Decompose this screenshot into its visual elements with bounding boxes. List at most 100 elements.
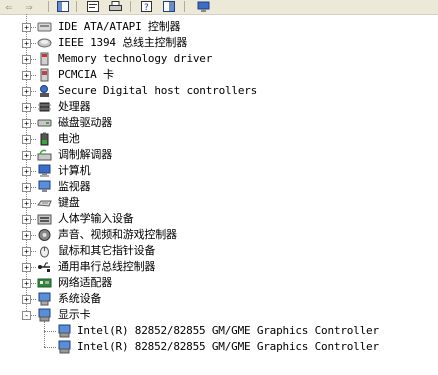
expand-button[interactable]: + <box>22 103 31 112</box>
tree-item-label: 磁盘驱动器 <box>58 116 112 129</box>
tree-item[interactable]: + 键盘 <box>0 195 438 211</box>
tree-item-label: 调制解调器 <box>58 148 112 161</box>
modem-icon <box>37 148 52 162</box>
tree-item[interactable]: + 电池 <box>0 131 438 147</box>
tree-item[interactable]: + 鼠标和其它指针设备 <box>0 243 438 259</box>
tree-item[interactable]: + IDE ATA/ATAPI 控制器 <box>0 19 438 35</box>
tree-item-label: 鼠标和其它指针设备 <box>58 244 156 257</box>
expand-button[interactable]: + <box>22 183 31 192</box>
tree-connector-line <box>44 347 56 348</box>
expand-button[interactable]: + <box>22 71 31 80</box>
properties-icon[interactable] <box>86 0 100 13</box>
expand-button[interactable]: + <box>22 55 31 64</box>
tree-item-label: 通用串行总线控制器 <box>58 260 156 273</box>
display-adapter-icon <box>57 340 72 354</box>
memory-card-icon <box>37 52 52 66</box>
tree-connector-line <box>31 187 36 188</box>
toolbar-separator <box>48 1 49 12</box>
tree-child-label: Intel(R) 82852/82855 GM/GME Graphics Con… <box>77 324 379 337</box>
expand-button[interactable]: + <box>22 87 31 96</box>
expand-button[interactable]: + <box>22 231 31 240</box>
tree-item[interactable]: + PCMCIA 卡 <box>0 67 438 83</box>
expand-button[interactable]: + <box>22 23 31 32</box>
tree-connector-line <box>31 91 36 92</box>
tree-child-item[interactable]: Intel(R) 82852/82855 GM/GME Graphics Con… <box>0 339 438 355</box>
tree-item-label: 显示卡 <box>58 308 91 321</box>
tree-item[interactable]: + 系统设备 <box>0 291 438 307</box>
tree-item[interactable]: + Memory technology driver <box>0 51 438 67</box>
expand-button[interactable]: + <box>22 151 31 160</box>
tree-connector-line <box>31 75 36 76</box>
display-adapter-icon <box>57 324 72 338</box>
help-icon[interactable]: ? <box>140 0 154 13</box>
pcmcia-icon <box>37 68 52 82</box>
battery-icon <box>37 132 52 146</box>
print-icon[interactable] <box>108 0 122 13</box>
toolbar-separator <box>184 1 185 12</box>
device-icon[interactable] <box>196 0 210 13</box>
tree-connector-line <box>31 59 36 60</box>
network-adapter-icon <box>37 276 52 290</box>
tree-item[interactable]: + 调制解调器 <box>0 147 438 163</box>
tree-connector-line <box>44 331 56 332</box>
tree-item-label: Secure Digital host controllers <box>58 84 258 97</box>
expand-button[interactable]: + <box>22 215 31 224</box>
collapse-button[interactable]: - <box>22 311 31 320</box>
tree-item[interactable]: + 监视器 <box>0 179 438 195</box>
tree-item[interactable]: + 人体学输入设备 <box>0 211 438 227</box>
monitor-icon <box>37 180 52 194</box>
tree-connector-line <box>31 235 36 236</box>
tree-item-label: 人体学输入设备 <box>58 212 134 225</box>
hid-icon <box>37 212 52 226</box>
show-hide-console-tree-icon[interactable] <box>56 0 70 13</box>
tree-item[interactable]: + IEEE 1394 总线主控制器 <box>0 35 438 51</box>
tree-item-label: 系统设备 <box>58 292 102 305</box>
ieee1394-icon <box>37 36 52 50</box>
tree-item[interactable]: + 通用串行总线控制器 <box>0 259 438 275</box>
tree-item-label: 键盘 <box>58 196 80 209</box>
ide-controller-icon <box>37 20 52 34</box>
tree-item-label: 电池 <box>58 132 80 145</box>
tree-item-label: 监视器 <box>58 180 91 193</box>
tree-item[interactable]: + 磁盘驱动器 <box>0 115 438 131</box>
tree-child-label: Intel(R) 82852/82855 GM/GME Graphics Con… <box>77 340 379 353</box>
expand-button[interactable]: + <box>22 167 31 176</box>
tree-connector-line <box>31 315 36 316</box>
display-adapter-icon <box>37 308 52 322</box>
tree-connector-line <box>31 251 36 252</box>
tree-connector-line <box>31 171 36 172</box>
tree-item-label: 声音、视频和游戏控制器 <box>58 228 177 241</box>
tree-item[interactable]: + 网络适配器 <box>0 275 438 291</box>
tree-item-label: Memory technology driver <box>58 52 213 65</box>
expand-button[interactable]: + <box>22 39 31 48</box>
expand-button[interactable]: + <box>22 199 31 208</box>
expand-button[interactable]: + <box>22 295 31 304</box>
tree-connector-line <box>31 139 36 140</box>
back-arrow-icon[interactable]: ⇐ <box>2 0 16 14</box>
tree-item-label: IDE ATA/ATAPI 控制器 <box>58 20 181 33</box>
scan-hardware-icon[interactable] <box>162 0 176 13</box>
tree-connector-line <box>31 219 36 220</box>
tree-item[interactable]: + 处理器 <box>0 99 438 115</box>
tree-connector-line <box>31 203 36 204</box>
keyboard-icon <box>37 196 52 210</box>
tree-connector-line <box>31 123 36 124</box>
expand-button[interactable]: + <box>22 119 31 128</box>
expand-button[interactable]: + <box>22 263 31 272</box>
expand-button[interactable]: + <box>22 279 31 288</box>
system-device-icon <box>37 292 52 306</box>
tree-connector-line <box>31 27 36 28</box>
tree-item[interactable]: - 显示卡 <box>0 307 438 323</box>
tree-item-label: 网络适配器 <box>58 276 112 289</box>
forward-arrow-icon[interactable]: ⇒ <box>22 0 36 14</box>
tree-connector-line <box>31 107 36 108</box>
tree-item[interactable]: + Secure Digital host controllers <box>0 83 438 99</box>
expand-button[interactable]: + <box>22 135 31 144</box>
disk-drive-icon <box>37 116 52 130</box>
tree-item[interactable]: + 声音、视频和游戏控制器 <box>0 227 438 243</box>
tree-item[interactable]: + 计算机 <box>0 163 438 179</box>
tree-connector-line <box>31 267 36 268</box>
tree-child-item[interactable]: Intel(R) 82852/82855 GM/GME Graphics Con… <box>0 323 438 339</box>
sound-icon <box>37 228 52 242</box>
expand-button[interactable]: + <box>22 247 31 256</box>
